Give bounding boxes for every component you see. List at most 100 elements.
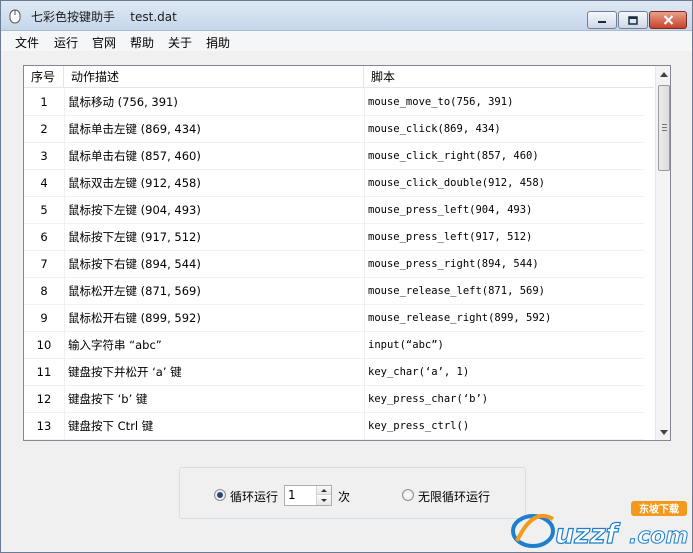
loop-radio[interactable]	[214, 489, 226, 501]
scroll-thumb[interactable]	[658, 85, 670, 171]
grip-line	[662, 127, 667, 128]
watermark-suffix: .com	[629, 524, 688, 549]
watermark-tag: 东坡下载	[639, 503, 679, 516]
action-list[interactable]: 序号 动作描述 脚本 1 鼠标移动 (756, 391) mouse_move_to…	[23, 65, 671, 441]
row-description: 鼠标单击左键 (869, 434)	[68, 122, 201, 136]
grip-line	[662, 124, 667, 125]
arrow-down-icon	[660, 429, 668, 435]
row-script: mouse_click(869, 434)	[368, 123, 501, 135]
menu-about[interactable]: 关于	[168, 34, 192, 51]
row-script: input(“abc”)	[368, 339, 444, 351]
stepper-up-button[interactable]	[317, 486, 331, 495]
row-number: 10	[36, 338, 52, 352]
loop-label[interactable]: 循环运行	[230, 488, 278, 505]
row-number: 7	[40, 257, 48, 271]
row-script: key_press_ctrl()	[368, 420, 470, 432]
close-button[interactable]	[649, 11, 687, 29]
stepper-buttons	[316, 486, 331, 505]
menu-file[interactable]: 文件	[15, 34, 39, 51]
row-description: 键盘按下 ‘b’ 键	[68, 392, 148, 406]
row-script: key_char(‘a’, 1)	[368, 366, 470, 378]
table-row[interactable]: 10 输入字符串 “abc” input(“abc”)	[24, 332, 644, 359]
mouse-icon	[9, 9, 21, 24]
title-bar[interactable]: 七彩色按键助手 test.dat	[1, 1, 692, 31]
row-description: 鼠标移动 (756, 391)	[68, 95, 178, 109]
table-row[interactable]: 12 键盘按下 ‘b’ 键 key_press_char(‘b’)	[24, 386, 644, 413]
menu-donate[interactable]: 捐助	[206, 34, 230, 51]
arrow-up-icon	[660, 71, 668, 77]
row-description: 鼠标按下右键 (894, 544)	[68, 257, 201, 271]
row-script: mouse_click_double(912, 458)	[368, 177, 546, 189]
window-title: 七彩色按键助手 test.dat	[31, 8, 177, 25]
vertical-scrollbar[interactable]	[655, 66, 670, 440]
table-row[interactable]: 3 鼠标单击右键 (857, 460) mouse_click_right(857,…	[24, 143, 644, 170]
row-description: 鼠标松开右键 (899, 592)	[68, 311, 201, 325]
column-header-description[interactable]: 动作描述	[64, 66, 364, 88]
row-number: 8	[40, 284, 48, 298]
table-row[interactable]: 2 鼠标单击左键 (869, 434) mouse_click(869, 434)	[24, 116, 644, 143]
scroll-down-button[interactable]	[656, 424, 670, 440]
grip-line	[662, 130, 667, 131]
table-row[interactable]: 6 鼠标按下左键 (917, 512) mouse_press_left(917, …	[24, 224, 644, 251]
list-header: 序号 动作描述 脚本	[24, 66, 654, 88]
row-description: 鼠标双击左键 (912, 458)	[68, 176, 201, 190]
file-name: test.dat	[130, 10, 177, 24]
row-number: 3	[40, 149, 48, 163]
row-script: mouse_press_right(894, 544)	[368, 258, 539, 270]
app-title: 七彩色按键助手	[31, 10, 116, 24]
table-row[interactable]: 9 鼠标松开右键 (899, 592) mouse_release_right(89…	[24, 305, 644, 332]
stepper-down-button[interactable]	[317, 496, 331, 505]
minimize-icon	[598, 21, 606, 23]
row-number: 4	[40, 176, 48, 190]
arrow-down-icon	[321, 499, 327, 502]
maximize-button[interactable]	[618, 11, 648, 29]
row-description: 输入字符串 “abc”	[68, 338, 162, 352]
close-icon	[663, 15, 673, 25]
row-number: 9	[40, 311, 48, 325]
loop-count-unit: 次	[338, 490, 351, 504]
row-number: 5	[40, 203, 48, 217]
table-row[interactable]: 1 鼠标移动 (756, 391) mouse_move_to(756, 391)	[24, 89, 644, 116]
row-number: 1	[40, 95, 48, 109]
row-number: 12	[36, 392, 52, 406]
main-window: 七彩色按键助手 test.dat 文件 运行 官网 帮助 关于 捐助 序号 动作…	[0, 0, 693, 553]
infinite-loop-radio[interactable]	[402, 489, 414, 501]
menu-bar: 文件 运行 官网 帮助 关于 捐助	[1, 31, 692, 51]
maximize-icon	[628, 15, 638, 25]
table-row[interactable]: 8 鼠标松开左键 (871, 569) mouse_release_left(871…	[24, 278, 644, 305]
site-watermark: 东坡下载 uzzf .com	[511, 501, 689, 551]
table-row[interactable]: 11 键盘按下并松开 ‘a’ 键 key_char(‘a’, 1)	[24, 359, 644, 386]
menu-help[interactable]: 帮助	[130, 34, 154, 51]
row-script: key_press_char(‘b’)	[368, 393, 489, 405]
row-description: 键盘按下 Ctrl 键	[68, 419, 154, 433]
column-header-no[interactable]: 序号	[24, 66, 64, 88]
row-number: 6	[40, 230, 48, 244]
row-description: 鼠标松开左键 (871, 569)	[68, 284, 201, 298]
loop-options-group: 循环运行 1 次 无限循环运行	[179, 467, 526, 519]
row-description: 鼠标按下左键 (904, 493)	[68, 203, 201, 217]
menu-website[interactable]: 官网	[92, 34, 116, 51]
row-description: 鼠标按下左键 (917, 512)	[68, 230, 201, 244]
column-header-script[interactable]: 脚本	[364, 66, 654, 88]
table-row[interactable]: 5 鼠标按下左键 (904, 493) mouse_press_left(904, …	[24, 197, 644, 224]
row-description: 键盘按下并松开 ‘a’ 键	[68, 365, 182, 379]
watermark-brand: uzzf	[555, 519, 621, 550]
table-row[interactable]: 4 鼠标双击左键 (912, 458) mouse_click_double(912…	[24, 170, 644, 197]
row-script: mouse_move_to(756, 391)	[368, 96, 514, 108]
minimize-button[interactable]	[587, 11, 617, 29]
row-script: mouse_release_right(899, 592)	[368, 312, 552, 324]
arrow-up-icon	[321, 488, 327, 492]
loop-count-stepper[interactable]: 1	[284, 485, 332, 506]
row-number: 11	[36, 365, 52, 379]
infinite-loop-label[interactable]: 无限循环运行	[418, 488, 490, 505]
menu-run[interactable]: 运行	[54, 34, 78, 51]
row-script: mouse_click_right(857, 460)	[368, 150, 539, 162]
scroll-up-button[interactable]	[656, 66, 670, 82]
row-script: mouse_press_left(917, 512)	[368, 231, 533, 243]
table-row[interactable]: 7 鼠标按下右键 (894, 544) mouse_press_right(894,…	[24, 251, 644, 278]
row-description: 鼠标单击右键 (857, 460)	[68, 149, 201, 163]
row-number: 13	[36, 419, 52, 433]
row-script: mouse_press_left(904, 493)	[368, 204, 533, 216]
table-row[interactable]: 13 键盘按下 Ctrl 键 key_press_ctrl()	[24, 413, 644, 440]
loop-count-value[interactable]: 1	[288, 488, 296, 502]
